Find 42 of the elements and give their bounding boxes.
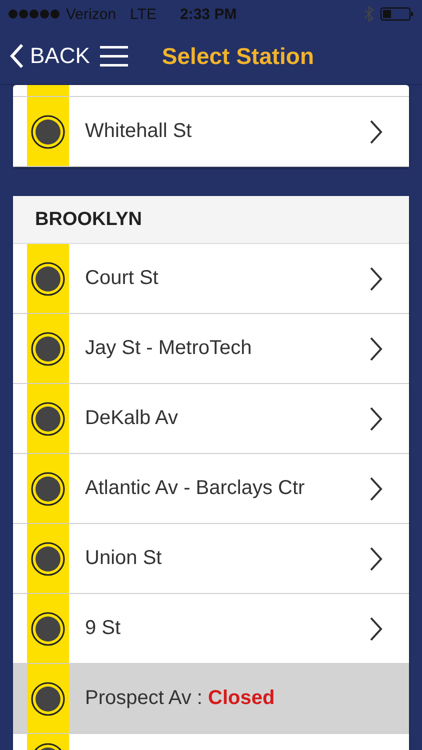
station-dot-icon	[31, 332, 65, 366]
station-row[interactable]: 9 St	[13, 594, 409, 664]
station-dot-icon	[31, 472, 65, 506]
station-row[interactable]: Whitehall St	[13, 97, 409, 167]
station-dot-icon	[31, 682, 65, 716]
back-button[interactable]: BACK	[10, 43, 90, 69]
clock-time: 2:33 PM	[180, 6, 237, 22]
screen-title: Select Station	[162, 42, 314, 70]
station-dot-icon	[31, 542, 65, 576]
station-row[interactable]: Prospect Av : Closed	[13, 664, 409, 734]
station-dot-icon	[31, 262, 65, 296]
chevron-icon	[369, 476, 383, 502]
chevron-icon	[369, 546, 383, 572]
station-name: Jay St - MetroTech	[85, 337, 253, 360]
station-dot-icon	[31, 402, 65, 436]
station-name: Whitehall St	[85, 120, 193, 143]
bluetooth-icon	[364, 6, 374, 22]
station-dot-icon	[31, 612, 65, 646]
chevron-icon	[369, 616, 383, 642]
battery-icon	[380, 7, 414, 21]
chevron-icon	[369, 336, 383, 362]
section-header: BROOKLYN	[13, 196, 409, 244]
station-row[interactable]: Jay St - MetroTech	[13, 314, 409, 384]
signal-icon	[8, 9, 60, 19]
station-name: Court St	[85, 267, 160, 290]
station-dot-icon	[31, 114, 65, 148]
station-name: Union St	[85, 547, 163, 570]
station-row[interactable]: Union St	[13, 524, 409, 594]
network-type: LTE	[130, 6, 156, 22]
station-name: Atlantic Av - Barclays Ctr	[85, 477, 306, 500]
station-name: 9 St	[85, 617, 122, 640]
station-name: DeKalb Av	[85, 407, 180, 430]
chevron-icon	[369, 118, 383, 144]
chevron-icon	[369, 266, 383, 292]
station-row[interactable]: Atlantic Av - Barclays Ctr	[13, 454, 409, 524]
menu-icon[interactable]	[100, 45, 128, 67]
station-name: Prospect Av : Closed	[85, 687, 276, 710]
station-row[interactable]: DeKalb Av	[13, 384, 409, 454]
station-row[interactable]: Court St	[13, 244, 409, 314]
chevron-icon	[369, 406, 383, 432]
carrier-name: Verizon	[66, 6, 116, 22]
back-chevron-icon	[10, 43, 24, 69]
